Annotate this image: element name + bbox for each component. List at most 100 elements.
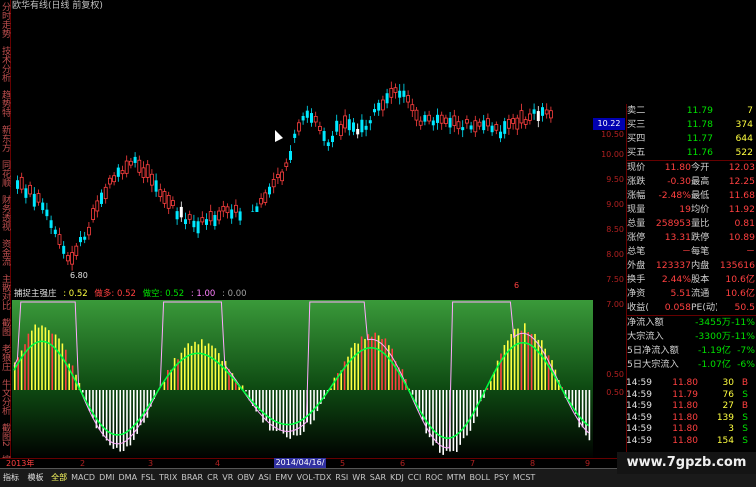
flow-pct: -11% xyxy=(731,331,755,342)
candle xyxy=(443,117,448,124)
tab-psy[interactable]: PSY xyxy=(492,469,511,487)
mode-indicator[interactable]: 指标 xyxy=(0,473,22,482)
candle xyxy=(79,236,82,243)
indicator-bar xyxy=(343,361,346,390)
window-title: 欧华有线(日线 前复权) xyxy=(12,1,103,11)
stat-label: 跌停 xyxy=(691,232,710,243)
level-volume: 7 xyxy=(747,105,753,116)
candle xyxy=(347,119,351,131)
mouse-cursor-icon xyxy=(275,130,283,142)
tick-volume: 139 xyxy=(716,412,734,423)
order-level: 买三 11.78 374 xyxy=(627,118,756,132)
tab-trix[interactable]: TRIX xyxy=(157,469,179,487)
tab-vr[interactable]: VR xyxy=(220,469,235,487)
stat-value: 0.81 xyxy=(734,218,755,229)
stat-row: 总笔－每笔－ xyxy=(627,245,756,259)
tab-全部[interactable]: 全部 xyxy=(49,469,69,487)
order-level: 买五 11.76 522 xyxy=(627,146,756,160)
tick-price: 11.80 xyxy=(672,412,698,423)
indicator-name[interactable]: 捕捉主强庄 xyxy=(14,289,57,299)
stat-value: 123337 xyxy=(655,260,691,271)
candle xyxy=(36,193,41,203)
nav-item-4[interactable]: 同花顺 xyxy=(0,160,10,187)
candle xyxy=(418,120,423,126)
indicator-bar xyxy=(313,390,315,421)
tab-mtm[interactable]: MTM xyxy=(445,469,468,487)
tab-mcst[interactable]: MCST xyxy=(511,469,537,487)
tab-roc[interactable]: ROC xyxy=(423,469,444,487)
tab-dmi[interactable]: DMI xyxy=(97,469,116,487)
indicator-bar xyxy=(374,332,376,390)
tab-emv[interactable]: EMV xyxy=(273,469,294,487)
tab-brar[interactable]: BRAR xyxy=(179,469,205,487)
candle xyxy=(499,131,502,139)
tick-list: 14:59 11.80 30 B 14:59 11.79 76 S 14:59 11.80 27 B 1… xyxy=(626,378,756,447)
candle xyxy=(528,113,532,121)
mode-template[interactable]: 模板 xyxy=(25,473,47,482)
nav-item-0[interactable]: 分时走势 xyxy=(0,2,10,38)
indicator-bar xyxy=(61,343,64,390)
stat-value: － xyxy=(681,246,691,257)
tab-fsl[interactable]: FSL xyxy=(139,469,157,487)
candle xyxy=(469,125,473,130)
candle xyxy=(268,186,271,195)
nav-item-6[interactable]: 资金流 xyxy=(0,239,10,266)
flow-value: -1.19亿 xyxy=(698,345,731,356)
stat-row: 外盘 123337 内盘 135616 xyxy=(627,259,756,273)
stat-value: 2.44% xyxy=(661,274,691,285)
tab-cr[interactable]: CR xyxy=(205,469,220,487)
stat-value: -2.48% xyxy=(658,190,691,201)
tab-rsi[interactable]: RSI xyxy=(333,469,350,487)
nav-item-3[interactable]: 新东方 xyxy=(0,125,10,152)
candle xyxy=(154,180,158,192)
candle xyxy=(549,110,553,119)
tab-vol-tdx[interactable]: VOL-TDX xyxy=(295,469,334,487)
candle xyxy=(213,215,217,227)
nav-item-8[interactable]: 截图 xyxy=(0,318,10,336)
tick-volume: 154 xyxy=(716,435,734,446)
nav-item-10[interactable]: 牛文分析 xyxy=(0,379,10,415)
candle xyxy=(544,109,549,115)
flow-row: 大宗流入 -3300万 -11% xyxy=(627,330,756,344)
indicator-background xyxy=(12,300,593,460)
indicator-bar xyxy=(31,330,33,390)
indicator-bar xyxy=(439,390,441,453)
stat-label: 总量 xyxy=(627,218,646,229)
indicator-chart[interactable] xyxy=(12,300,593,460)
stat-label: 换手 xyxy=(627,274,646,285)
nav-item-7[interactable]: 主散对比 xyxy=(0,274,10,310)
stat-label: 内盘 xyxy=(691,260,710,271)
tab-sar[interactable]: SAR xyxy=(368,469,388,487)
nav-item-5[interactable]: 财务透视 xyxy=(0,195,10,231)
indicator-bar xyxy=(204,345,206,390)
tab-dma[interactable]: DMA xyxy=(117,469,140,487)
date-cursor-label: 2014/04/16/三 xyxy=(274,458,326,477)
candle xyxy=(162,191,167,204)
candle xyxy=(536,111,540,121)
candle xyxy=(410,104,415,112)
candle xyxy=(431,120,435,126)
tab-asi[interactable]: ASI xyxy=(256,469,273,487)
candle xyxy=(490,125,494,133)
stat-label: 涨跌 xyxy=(627,176,646,187)
candle xyxy=(141,167,146,178)
flow-value: -1.07亿 xyxy=(698,359,731,370)
tab-macd[interactable]: MACD xyxy=(69,469,97,487)
indicator-bar xyxy=(394,360,397,390)
tab-kdj[interactable]: KDJ xyxy=(388,469,406,487)
tab-cci[interactable]: CCI xyxy=(406,469,424,487)
tab-wr[interactable]: WR xyxy=(350,469,367,487)
tab-obv[interactable]: OBV xyxy=(235,469,256,487)
tick-row: 14:59 11.80 139 S xyxy=(626,413,756,425)
indicator-bar xyxy=(37,327,40,390)
indicator-v1: : 0.52 xyxy=(63,289,88,299)
candle xyxy=(192,220,196,228)
nav-item-2[interactable]: 趋势特 xyxy=(0,90,10,117)
candle xyxy=(108,177,112,185)
nav-item-11[interactable]: 截图2 xyxy=(0,423,10,447)
nav-item-9[interactable]: 老狼庄 xyxy=(0,344,10,371)
stat-row: 涨跌 -0.30 最高 12.25 xyxy=(627,175,756,189)
nav-item-1[interactable]: 技术分析 xyxy=(0,46,10,82)
indicator-bar xyxy=(466,390,468,436)
tab-boll[interactable]: BOLL xyxy=(467,469,492,487)
